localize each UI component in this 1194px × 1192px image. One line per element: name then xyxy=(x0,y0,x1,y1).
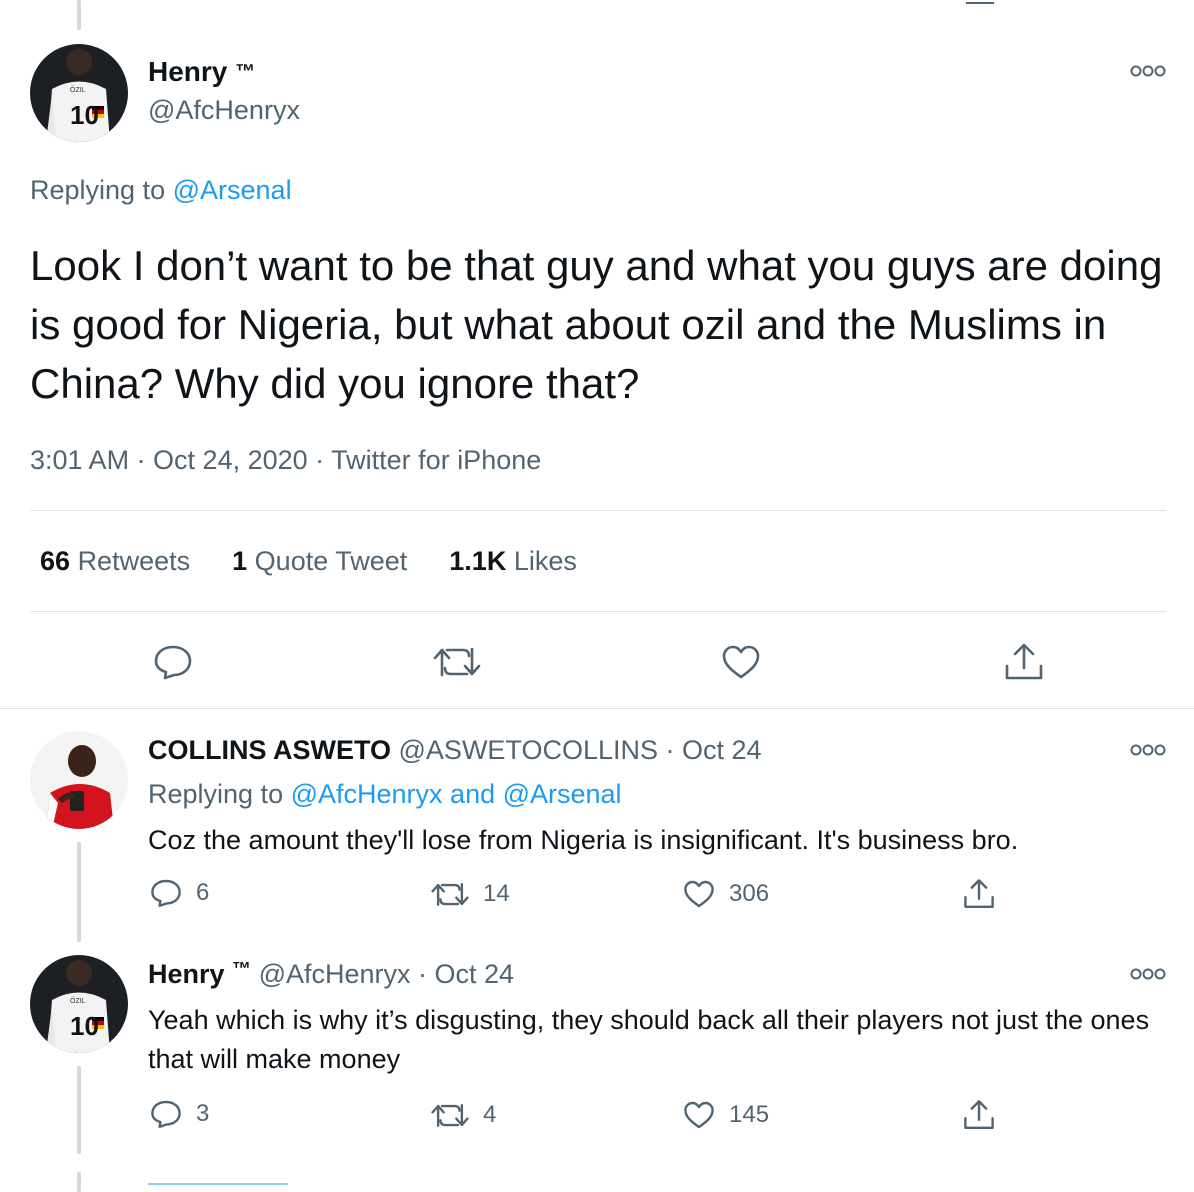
reply-count: 3 xyxy=(196,1100,210,1127)
like-action[interactable]: 145 xyxy=(683,1100,769,1130)
share-icon-partial xyxy=(966,0,994,4)
like-count: 306 xyxy=(729,880,770,907)
svg-text:10: 10 xyxy=(70,1011,99,1041)
reply-header: Henry ™ @AfcHenryx · Oct 24 xyxy=(148,959,514,990)
divider xyxy=(30,510,1166,511)
retweet-icon xyxy=(431,882,469,906)
like-icon xyxy=(684,1101,714,1129)
reply-action[interactable]: 3 xyxy=(150,1099,209,1129)
svg-text:ÖZIL: ÖZIL xyxy=(70,997,86,1005)
retweets-label: Retweets xyxy=(77,546,191,576)
replying-label: Replying to xyxy=(30,175,166,205)
thread-line xyxy=(77,842,81,942)
reply-icon[interactable] xyxy=(153,644,193,680)
retweet-count: 14 xyxy=(483,880,510,907)
thread-line-top xyxy=(77,0,81,30)
avatar[interactable]: 10 ÖZIL xyxy=(30,44,128,142)
avatar-image: 10 ÖZIL xyxy=(30,955,128,1053)
retweets-stat[interactable]: 66 Retweets xyxy=(40,546,190,577)
show-more-link-partial[interactable] xyxy=(148,1180,288,1186)
reply-date[interactable]: · Oct 24 xyxy=(666,735,762,765)
reply-icon xyxy=(151,879,181,908)
more-options-icon[interactable] xyxy=(1130,966,1166,982)
display-name[interactable]: Henry xyxy=(148,56,227,87)
author-handle[interactable]: @AfcHenryx xyxy=(148,95,300,126)
reply-text: Coz the amount they'll lose from Nigeria… xyxy=(148,825,1019,855)
more-options-icon[interactable] xyxy=(1130,742,1166,758)
reply-icon xyxy=(151,1100,181,1128)
avatar[interactable]: 10 ÖZIL xyxy=(30,955,128,1053)
retweets-count: 66 xyxy=(40,546,71,576)
reply-text: Yeah which is why it’s disgusting, they … xyxy=(148,1005,1150,1074)
tm-mark: ™ xyxy=(232,959,252,980)
like-icon xyxy=(684,880,714,908)
quotes-label: Quote Tweet xyxy=(254,546,408,576)
replying-to: Replying to @AfcHenryx and @Arsenal xyxy=(148,779,622,810)
quotes-stat[interactable]: 1 Quote Tweet xyxy=(232,546,407,577)
likes-count: 1.1K xyxy=(449,546,507,576)
quotes-count: 1 xyxy=(232,546,248,576)
share-icon[interactable] xyxy=(963,1099,995,1131)
retweet-count: 4 xyxy=(483,1101,497,1128)
share-icon[interactable] xyxy=(963,878,995,910)
svg-text:ÖZIL: ÖZIL xyxy=(70,86,86,94)
replying-to-link[interactable]: @Arsenal xyxy=(173,175,292,205)
avatar-image xyxy=(30,731,128,829)
tweet-text: Look I don’t want to be that guy and wha… xyxy=(30,242,1163,407)
author-handle[interactable]: @ASWETOCOLLINS xyxy=(399,735,658,765)
likes-stat[interactable]: 1.1K Likes xyxy=(449,546,577,577)
thread-line xyxy=(77,1066,81,1154)
retweet-icon[interactable] xyxy=(433,645,481,679)
reply-count: 6 xyxy=(196,879,210,906)
replying-label: Replying to xyxy=(148,779,284,809)
like-action[interactable]: 306 xyxy=(683,879,769,909)
tm-mark: ™ xyxy=(235,61,256,83)
retweet-action[interactable]: 14 xyxy=(431,880,510,908)
retweet-action[interactable]: 4 xyxy=(431,1101,496,1129)
replying-to-link[interactable]: @AfcHenryx and @Arsenal xyxy=(291,779,622,809)
avatar-image: 10 ÖZIL xyxy=(30,44,128,142)
reply-date[interactable]: · Oct 24 xyxy=(418,959,514,989)
display-name[interactable]: Henry xyxy=(148,959,225,989)
replying-to: Replying to @Arsenal xyxy=(30,175,292,206)
thread-line xyxy=(77,1172,81,1192)
reply-header: COLLINS ASWETO @ASWETOCOLLINS · Oct 24 xyxy=(148,735,762,766)
avatar[interactable] xyxy=(30,731,128,829)
more-options-icon[interactable] xyxy=(1130,63,1166,79)
author-handle[interactable]: @AfcHenryx xyxy=(259,959,411,989)
tweet-timestamp[interactable]: 3:01 AM · Oct 24, 2020 · Twitter for iPh… xyxy=(30,445,541,476)
divider xyxy=(0,708,1194,709)
author-name[interactable]: Henry ™ xyxy=(148,54,255,90)
tweet-stats: 66 Retweets 1 Quote Tweet 1.1K Likes xyxy=(40,546,577,577)
like-count: 145 xyxy=(729,1101,770,1128)
divider xyxy=(30,611,1166,612)
like-icon[interactable] xyxy=(721,644,761,680)
display-name[interactable]: COLLINS ASWETO xyxy=(148,735,391,765)
likes-label: Likes xyxy=(513,546,577,576)
reply-action[interactable]: 6 xyxy=(150,878,209,908)
share-icon[interactable] xyxy=(1004,642,1044,682)
svg-text:10: 10 xyxy=(70,100,99,130)
retweet-icon xyxy=(431,1103,469,1127)
